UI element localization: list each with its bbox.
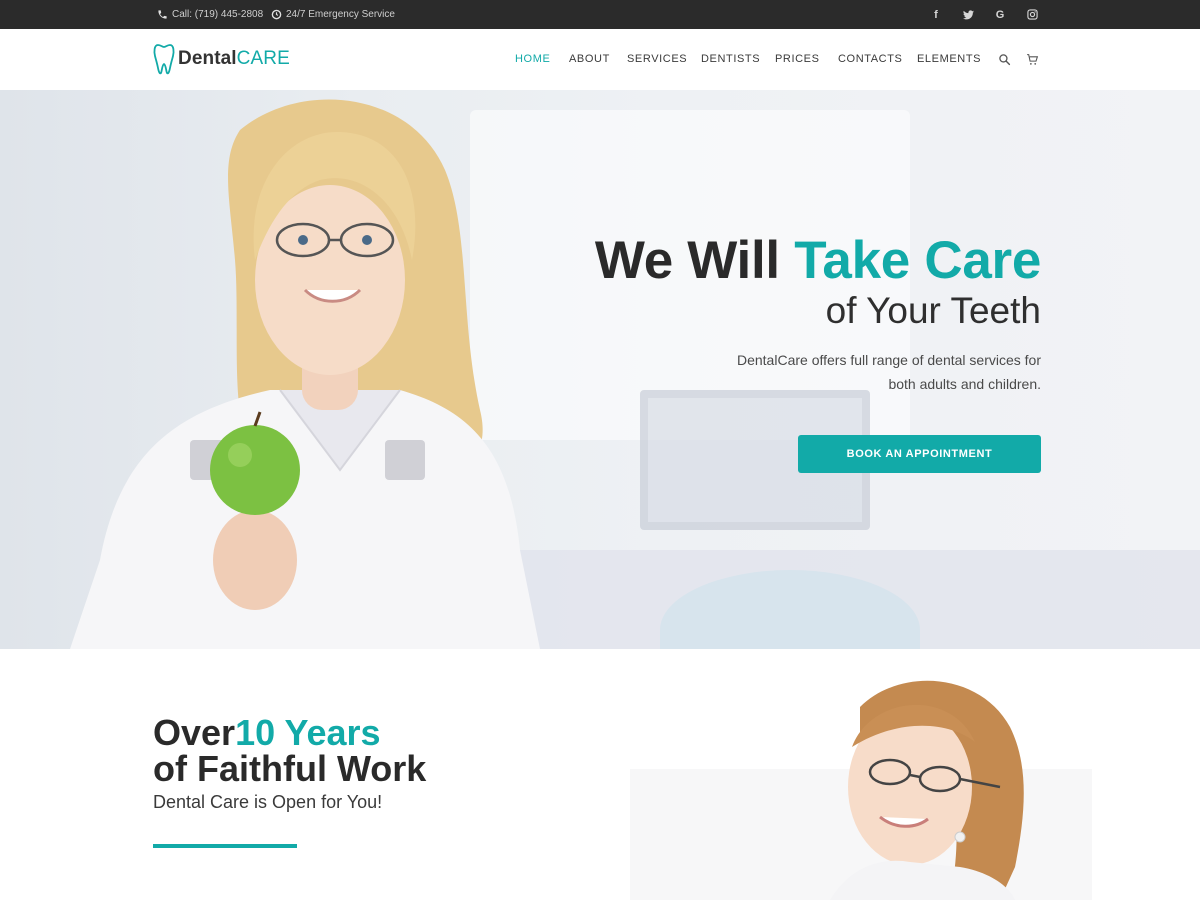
experience-heading-line1: Over10 Years [153, 715, 381, 751]
main-header: DentalCARE HOME ABOUT SERVICES DENTISTS … [0, 29, 1200, 90]
accent-divider [153, 844, 297, 848]
nav-home[interactable]: HOME [515, 29, 550, 90]
hero-title-plain: We Will [594, 231, 795, 290]
hero-title: We Will Take Care [595, 230, 1041, 291]
logo-part1: Dental [178, 48, 237, 69]
experience-plain: Over [153, 712, 236, 753]
top-bar: Call: (719) 445-2808 24/7 Emergency Serv… [0, 0, 1200, 29]
google-icon[interactable]: G [990, 0, 1010, 29]
hero-subtitle: of Your Teeth [825, 290, 1041, 331]
logo-text: DentalCARE [178, 48, 290, 70]
nav-dentists[interactable]: DENTISTS [701, 29, 760, 90]
instagram-icon[interactable] [1022, 0, 1042, 29]
emergency-info: 24/7 Emergency Service [271, 0, 395, 29]
twitter-icon[interactable] [958, 0, 978, 29]
hero-section: We Will Take Care of Your Teeth DentalCa… [0, 90, 1200, 649]
logo[interactable]: DentalCARE [153, 41, 290, 77]
cart-icon[interactable] [1024, 51, 1040, 67]
phone-icon [158, 10, 167, 19]
phone-text: Call: (719) 445-2808 [172, 9, 264, 20]
hero-description: DentalCare offers full range of dental s… [736, 352, 1041, 392]
dentist-photo [70, 99, 540, 649]
phone-info[interactable]: Call: (719) 445-2808 [157, 0, 263, 29]
experience-highlight: 10 Years [235, 712, 381, 753]
logo-part2: CARE [236, 48, 290, 69]
book-appointment-button[interactable]: BOOK AN APPOINTMENT [798, 435, 1041, 473]
nav-services[interactable]: SERVICES [627, 29, 687, 90]
experience-heading-line2: of Faithful Work [153, 748, 427, 789]
emergency-text: 24/7 Emergency Service [286, 9, 395, 20]
facebook-icon[interactable]: f [926, 0, 946, 29]
search-icon[interactable] [996, 51, 1012, 67]
nav-about[interactable]: ABOUT [569, 29, 610, 90]
experience-subtitle: Dental Care is Open for You! [153, 792, 383, 812]
tooth-icon [153, 44, 175, 75]
nav-prices[interactable]: PRICES [775, 29, 820, 90]
nav-contacts[interactable]: CONTACTS [838, 29, 902, 90]
experience-section: Over10 Years of Faithful Work Dental Car… [0, 649, 1200, 900]
clock-icon [271, 9, 282, 20]
hero-title-highlight: Take Care [794, 231, 1041, 290]
dentist-portrait [830, 680, 1024, 900]
nav-elements[interactable]: ELEMENTS [917, 29, 981, 90]
